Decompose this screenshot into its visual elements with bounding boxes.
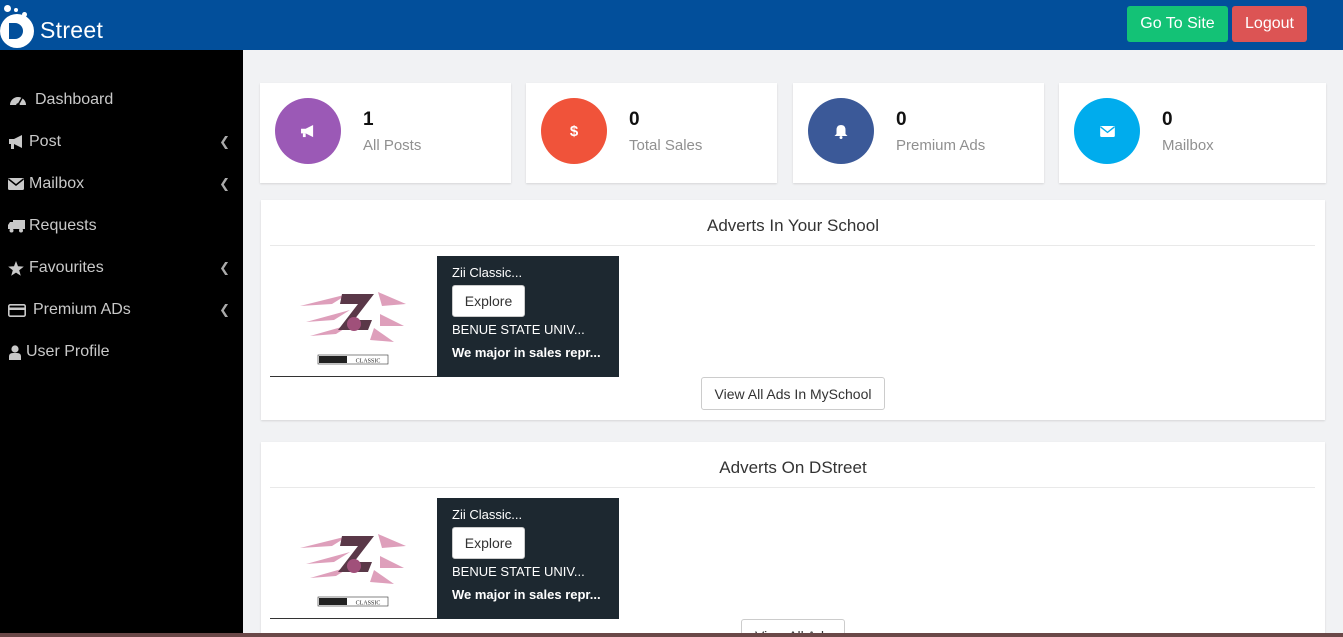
logo-d-icon [0,4,38,48]
sidebar: Dashboard Post ❮ Mailbox ❮ Requests Favo… [0,50,243,637]
chevron-left-icon: ❮ [219,302,230,317]
dstreet-adverts-panel: Adverts On DStreet CLASSIC Zii Classic..… [261,442,1325,637]
ad-school: BENUE STATE UNIV... [452,322,585,337]
ad-thumbnail: CLASSIC [270,498,437,619]
view-all-ads-myschool-button[interactable]: View All Ads In MySchool [701,377,885,410]
explore-button[interactable]: Explore [452,285,525,317]
stat-label: Mailbox [1162,137,1214,154]
stat-label: All Posts [363,137,422,154]
ad-school: BENUE STATE UNIV... [452,564,585,579]
sidebar-item-favourites[interactable]: Favourites ❮ [0,250,243,286]
stat-value: 0 [1162,109,1173,130]
sidebar-item-label: Dashboard [35,91,114,108]
zii-classic-logo: CLASSIC [300,534,406,607]
ad-title: Zii Classic... [452,507,523,522]
stat-label: Premium Ads [896,137,986,154]
sidebar-item-dashboard[interactable]: Dashboard [0,82,243,118]
dstreet-logo[interactable]: Street [0,4,103,48]
divider [270,245,1315,246]
sidebar-item-label: Favourites [29,259,104,276]
stat-label: Total Sales [629,137,703,154]
divider [270,487,1315,488]
stat-value: 0 [896,109,907,130]
ad-info: Zii Classic... Explore BENUE STATE UNIV.… [437,256,619,377]
ad-card[interactable]: CLASSIC Zii Classic... Explore BENUE STA… [270,498,619,619]
ad-thumbnail: CLASSIC [270,256,437,377]
stat-card-total-sales[interactable]: $ 0 Total Sales [526,83,777,183]
user-icon [4,344,26,360]
bell-icon [808,98,874,164]
logo-text: Street [40,16,104,43]
truck-icon [5,219,27,233]
stat-card-mailbox[interactable]: 0 Mailbox [1059,83,1326,183]
ad-title: Zii Classic... [452,265,523,280]
ad-description: We major in sales repr... [452,345,601,360]
sidebar-item-mailbox[interactable]: Mailbox ❮ [0,166,243,202]
stat-card-all-posts[interactable]: 1 All Posts [260,83,511,183]
sidebar-item-label: Premium ADs [33,301,131,318]
star-icon [5,260,27,276]
sidebar-item-post[interactable]: Post ❮ [0,124,243,160]
sidebar-item-label: Requests [29,217,97,234]
sidebar-item-user-profile[interactable]: User Profile [0,334,243,370]
stat-value: 0 [629,109,640,130]
tachometer-icon [7,93,29,107]
chevron-left-icon: ❮ [219,260,230,275]
explore-button[interactable]: Explore [452,527,525,559]
stat-value: 1 [363,109,374,130]
stat-card-premium-ads[interactable]: 0 Premium Ads [793,83,1044,183]
sidebar-item-requests[interactable]: Requests [0,208,243,244]
top-bar: Street Go To Site Logout [0,0,1343,50]
panel-title: Adverts In Your School [706,216,879,235]
sidebar-item-label: User Profile [26,343,110,360]
logout-button[interactable]: Logout [1232,6,1307,42]
credit-card-icon [6,303,28,317]
go-to-site-button[interactable]: Go To Site [1127,6,1228,42]
logo-text: CLASSIC [356,601,381,607]
school-adverts-panel: Adverts In Your School CLASSIC Zii Class… [261,200,1325,420]
logo-text: CLASSIC [356,359,381,365]
bullhorn-icon [5,135,27,149]
dollar-icon: $ [541,98,607,164]
zii-classic-logo: CLASSIC [300,292,406,365]
envelope-icon [1074,98,1140,164]
sidebar-item-label: Mailbox [29,175,85,192]
sidebar-item-premium-ads[interactable]: Premium ADs ❮ [0,292,243,328]
envelope-icon [5,178,27,190]
ad-description: We major in sales repr... [452,587,601,602]
ad-info: Zii Classic... Explore BENUE STATE UNIV.… [437,498,619,619]
panel-title: Adverts On DStreet [719,458,867,477]
chevron-left-icon: ❮ [219,134,230,149]
chevron-left-icon: ❮ [219,176,230,191]
ad-card[interactable]: CLASSIC Zii Classic... Explore BENUE STA… [270,256,619,377]
taskbar-strip [0,633,1343,637]
sidebar-item-label: Post [29,133,62,150]
bullhorn-icon [275,98,341,164]
